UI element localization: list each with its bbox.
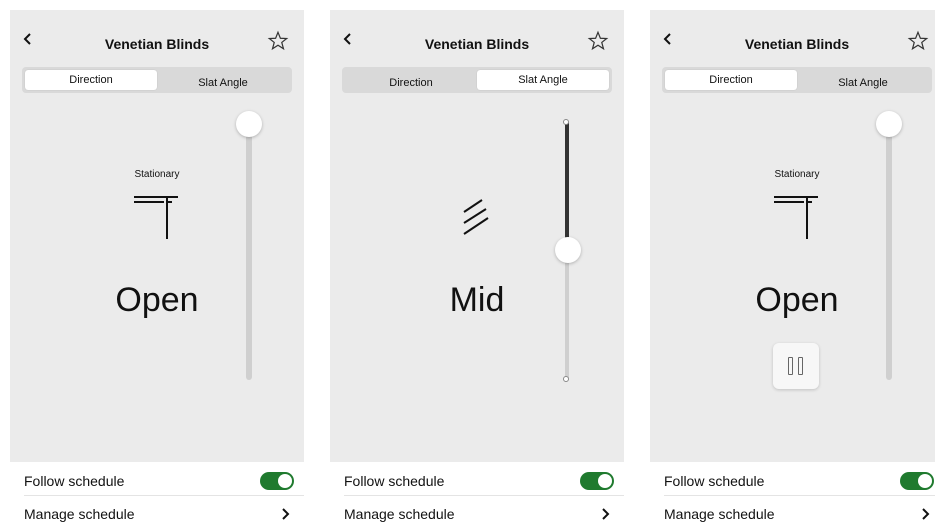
manage-schedule-label: Manage schedule <box>24 506 135 522</box>
follow-schedule-toggle[interactable] <box>260 472 294 490</box>
toggle-thumb <box>918 474 932 488</box>
screen-direction-2: Venetian Blinds Direction Slat Angle Sta… <box>650 10 935 524</box>
segmented-control: Direction Slat Angle <box>662 67 932 93</box>
position-slider-handle[interactable] <box>236 111 262 137</box>
screen-slat-angle: Venetian Blinds Direction Slat Angle Mid… <box>330 10 624 524</box>
position-slider-track[interactable] <box>246 124 252 380</box>
control-panel: Venetian Blinds Direction Slat Angle Sta… <box>10 10 304 462</box>
chevron-right-icon <box>282 508 290 520</box>
manage-schedule-row[interactable]: Manage schedule <box>664 503 934 525</box>
pause-button[interactable] <box>773 343 819 389</box>
slat-slider-remaining <box>565 250 569 379</box>
pause-icon <box>788 357 793 375</box>
tab-slat-angle[interactable]: Slat Angle <box>477 70 609 90</box>
follow-schedule-toggle[interactable] <box>900 472 934 490</box>
toggle-thumb <box>598 474 612 488</box>
divider <box>344 495 624 496</box>
screen-direction-1: Venetian Blinds Direction Slat Angle Sta… <box>10 10 304 524</box>
page-title: Venetian Blinds <box>744 36 850 52</box>
pause-icon-bar <box>798 357 803 375</box>
tab-direction[interactable]: Direction <box>665 70 797 90</box>
follow-schedule-toggle[interactable] <box>580 472 614 490</box>
slat-slider-handle[interactable] <box>555 237 581 263</box>
page-title: Venetian Blinds <box>424 36 530 52</box>
manage-schedule-label: Manage schedule <box>664 506 775 522</box>
control-panel: Venetian Blinds Direction Slat Angle Sta… <box>650 10 935 462</box>
blind-direction-icon <box>774 196 818 239</box>
segmented-control: Direction Slat Angle <box>342 67 612 93</box>
manage-schedule-row[interactable]: Manage schedule <box>24 503 294 525</box>
follow-schedule-label: Follow schedule <box>344 473 445 489</box>
favorite-star-icon[interactable] <box>267 30 289 52</box>
motion-status: Stationary <box>774 169 820 180</box>
control-panel: Venetian Blinds Direction Slat Angle Mid <box>330 10 624 462</box>
page-title: Venetian Blinds <box>104 36 210 52</box>
follow-schedule-label: Follow schedule <box>664 473 765 489</box>
divider <box>664 495 935 496</box>
tab-slat-angle[interactable]: Slat Angle <box>157 70 289 90</box>
slat-angle-label: Mid <box>449 281 505 319</box>
tab-direction[interactable]: Direction <box>25 70 157 90</box>
tab-slat-angle[interactable]: Slat Angle <box>797 70 929 90</box>
manage-schedule-label: Manage schedule <box>344 506 455 522</box>
slat-angle-icon <box>463 199 489 235</box>
follow-schedule-label: Follow schedule <box>24 473 125 489</box>
chevron-right-icon <box>922 508 930 520</box>
manage-schedule-row[interactable]: Manage schedule <box>344 503 614 525</box>
blind-direction-icon <box>134 196 178 239</box>
blind-state-label: Open <box>115 281 199 319</box>
chevron-right-icon <box>602 508 610 520</box>
motion-status: Stationary <box>134 169 180 180</box>
slider-bottom-end <box>563 376 569 382</box>
follow-schedule-row: Follow schedule <box>24 470 294 492</box>
blind-state-label: Open <box>755 281 839 319</box>
toggle-thumb <box>278 474 292 488</box>
segmented-control: Direction Slat Angle <box>22 67 292 93</box>
position-slider-track[interactable] <box>886 124 892 380</box>
follow-schedule-row: Follow schedule <box>344 470 614 492</box>
slat-slider-fill <box>565 122 569 250</box>
position-slider-handle[interactable] <box>876 111 902 137</box>
divider <box>24 495 304 496</box>
slider-top-end <box>563 119 569 125</box>
follow-schedule-row: Follow schedule <box>664 470 934 492</box>
tab-direction[interactable]: Direction <box>345 70 477 90</box>
favorite-star-icon[interactable] <box>587 30 609 52</box>
favorite-star-icon[interactable] <box>907 30 929 52</box>
